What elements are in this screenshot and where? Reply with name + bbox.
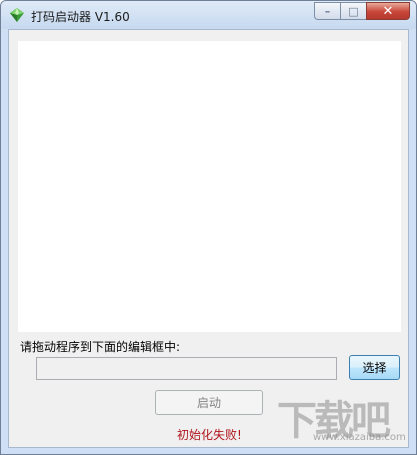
minimize-button[interactable]: – <box>314 2 340 20</box>
program-path-input[interactable] <box>36 357 337 380</box>
drag-prompt-label: 请拖动程序到下面的编辑框中: <box>20 340 181 354</box>
start-button: 启动 <box>155 390 263 415</box>
title-bar[interactable]: 打码启动器 V1.60 – □ ✕ <box>1 1 416 29</box>
status-message: 初始化失败! <box>177 428 242 442</box>
maximize-icon: □ <box>348 4 359 18</box>
choose-button[interactable]: 选择 <box>349 355 400 380</box>
client-area: 请拖动程序到下面的编辑框中: 选择 启动 初始化失败! <box>8 29 409 448</box>
close-button[interactable]: ✕ <box>366 2 410 20</box>
caption-buttons: – □ ✕ <box>314 2 410 21</box>
close-icon: ✕ <box>382 3 394 19</box>
log-display-area[interactable] <box>18 41 401 332</box>
minimize-icon: – <box>324 4 331 18</box>
window-title: 打码启动器 V1.60 <box>31 10 130 24</box>
app-window: 打码启动器 V1.60 – □ ✕ 请拖动程序到下面的编辑框中: 选择 启动 初… <box>0 0 417 455</box>
green-gem-app-icon <box>10 8 24 22</box>
maximize-button[interactable]: □ <box>340 2 366 20</box>
